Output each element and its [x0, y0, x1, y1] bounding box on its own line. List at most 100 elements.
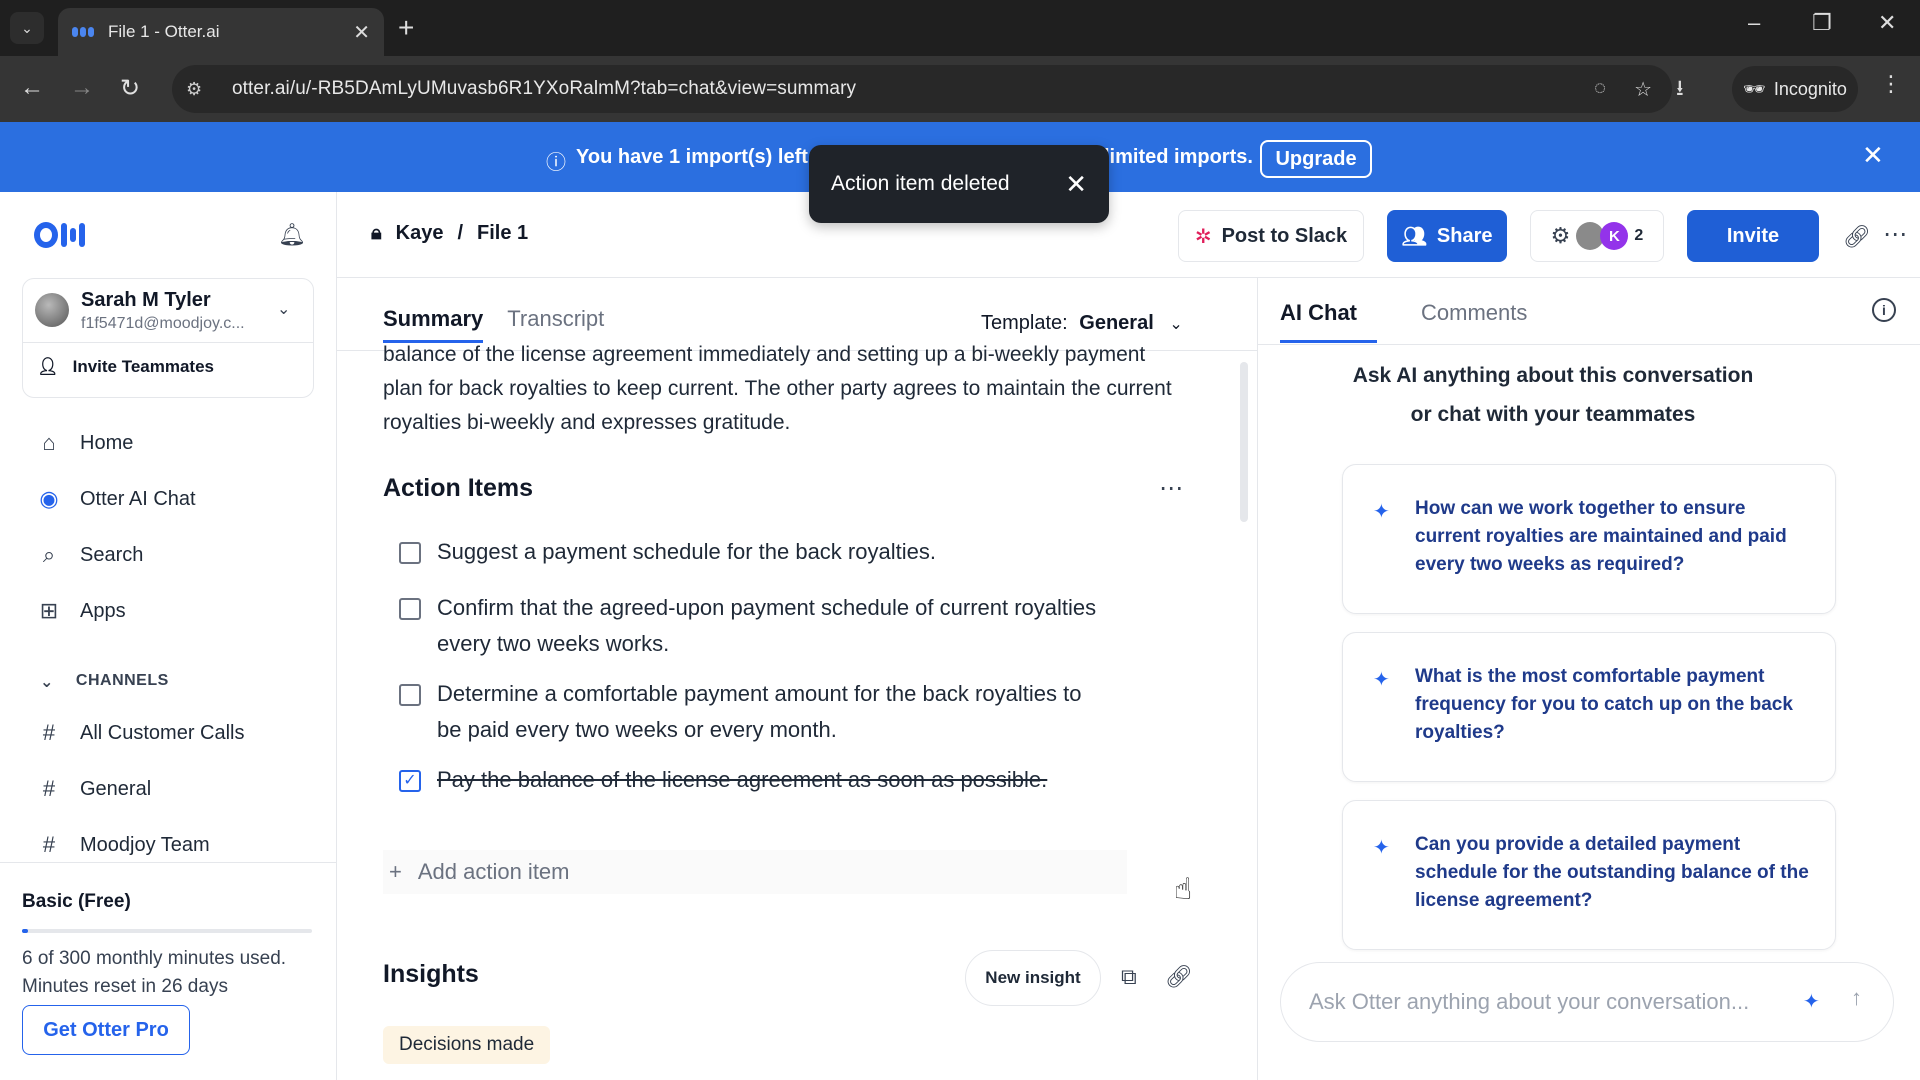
tab-ai-chat[interactable]: AI Chat — [1280, 300, 1377, 343]
new-tab-button[interactable]: + — [398, 12, 414, 44]
get-otter-pro-button[interactable]: Get Otter Pro — [22, 1005, 190, 1055]
action-items-heading: Action Items — [383, 474, 534, 502]
user-email: f1f5471d@moodjoy.c... — [81, 315, 245, 332]
user-card: Sarah M Tyler f1f5471d@moodjoy.c... ⌄ 👤︎… — [22, 278, 314, 398]
incognito-badge[interactable]: 🕶 Incognito — [1732, 66, 1858, 112]
suggested-question[interactable]: ✦ Can you provide a detailed payment sch… — [1342, 800, 1836, 950]
breadcrumb-file[interactable]: File 1 — [477, 222, 528, 245]
forward-icon[interactable]: → — [70, 74, 94, 102]
channel-item-moodjoy-team[interactable]: # Moodjoy Team — [36, 832, 210, 858]
add-action-item-label: Add action item — [417, 859, 570, 884]
breadcrumb-owner[interactable]: Kaye — [396, 222, 444, 245]
suggested-question[interactable]: ✦ How can we work together to ensure cur… — [1342, 464, 1836, 614]
toast-message: Action item deleted — [831, 172, 1010, 195]
info-icon[interactable]: i — [1872, 298, 1896, 322]
action-item-completed[interactable]: ✓ Pay the balance of the license agreeme… — [399, 762, 1099, 798]
invite-button[interactable]: Invite — [1687, 210, 1819, 262]
share-people-icon: 👥︎ — [1401, 225, 1427, 248]
sparkle-icon: ✦ — [1373, 837, 1390, 859]
divider — [1258, 344, 1920, 345]
sidebar-item-label: Apps — [80, 599, 126, 622]
browser-tab[interactable]: File 1 - Otter.ai ✕ — [58, 8, 384, 56]
usage-progress-bar — [22, 929, 312, 933]
otter-logo[interactable] — [34, 222, 85, 248]
scrollbar[interactable] — [1240, 362, 1248, 522]
tab-comments[interactable]: Comments — [1421, 300, 1527, 343]
tracking-protection-icon[interactable]: ◌ — [1594, 77, 1606, 102]
action-item[interactable]: Suggest a payment schedule for the back … — [399, 534, 1099, 570]
template-selector[interactable]: Template: General ⌄ — [981, 312, 1183, 335]
sidebar-item-apps[interactable]: ⊞ Apps — [36, 598, 126, 624]
browser-menu-icon[interactable]: ⋮ — [1880, 71, 1902, 97]
more-options-icon[interactable]: ⋯ — [1883, 220, 1907, 249]
share-button[interactable]: 👥︎ Share — [1387, 210, 1507, 262]
toast-close-icon[interactable]: ✕ — [1065, 169, 1087, 200]
channel-label: Moodjoy Team — [80, 833, 210, 856]
sidebar: 🔔︎ Sarah M Tyler f1f5471d@moodjoy.c... ⌄… — [0, 192, 337, 1080]
action-item[interactable]: Confirm that the agreed-upon payment sch… — [399, 590, 1099, 662]
sidebar-item-search[interactable]: ⌕ Search — [36, 542, 144, 568]
search-icon: ⌕ — [42, 542, 56, 567]
send-arrow-icon[interactable]: ↑ — [1851, 985, 1862, 1011]
site-settings-icon[interactable]: ⚙ — [186, 79, 214, 100]
sidebar-item-label: Otter AI Chat — [80, 487, 196, 510]
back-icon[interactable]: ← — [20, 74, 44, 102]
action-item[interactable]: Determine a comfortable payment amount f… — [399, 676, 1099, 748]
sparkle-icon: ✦ — [1803, 991, 1820, 1013]
share-label: Share — [1436, 224, 1493, 247]
download-icon[interactable]: ⭳ — [1676, 71, 1684, 109]
incognito-icon: 🕶 — [1743, 78, 1766, 99]
sparkle-icon: ✦ — [1373, 669, 1390, 691]
hand-cursor-icon: ☝ — [1174, 873, 1193, 906]
summary-paragraph: balance of the license agreement immedia… — [383, 343, 1172, 434]
channels-toggle[interactable]: ⌄ CHANNELS — [40, 672, 169, 692]
link-icon[interactable]: 🔗︎ — [1165, 964, 1193, 990]
notification-bell-icon[interactable]: 🔔︎ — [278, 222, 306, 248]
hash-icon: # — [42, 832, 56, 857]
channel-label: General — [80, 777, 152, 800]
address-bar[interactable]: ⚙ otter.ai/u/-RB5DAmLyUMuvasb6R1YXoRalmM… — [172, 65, 1672, 113]
channel-item-general[interactable]: # General — [36, 776, 151, 802]
bookmark-star-icon[interactable]: ☆ — [1634, 77, 1652, 102]
add-action-item-button[interactable]: + Add action item — [383, 850, 1127, 894]
tab-close-icon[interactable]: ✕ — [353, 20, 370, 45]
chat-intro: Ask AI anything about this conversation … — [1338, 356, 1768, 434]
minimize-icon[interactable]: – — [1748, 10, 1760, 36]
copy-icon[interactable]: ⧉ — [1121, 964, 1137, 990]
invite-teammates-button[interactable]: 👤︎ Invite Teammates — [37, 357, 214, 377]
otter-favicon-icon — [72, 27, 94, 37]
lock-icon: 🔒︎ — [371, 222, 382, 244]
banner-close-icon[interactable]: ✕ — [1862, 140, 1884, 171]
add-user-icon: 👤︎ — [37, 357, 59, 376]
chat-input[interactable]: Ask Otter anything about your conversati… — [1280, 962, 1894, 1042]
checkbox-checked[interactable]: ✓ — [399, 770, 421, 792]
new-insight-button[interactable]: New insight — [965, 950, 1101, 1006]
tab-list-button[interactable]: ⌄ — [10, 12, 44, 44]
participants-button[interactable]: ⚙ K 2 — [1530, 210, 1664, 262]
suggested-question-text: How can we work together to ensure curre… — [1415, 498, 1787, 575]
copy-link-icon[interactable]: 🔗︎ — [1843, 224, 1871, 250]
sidebar-item-otter-ai-chat[interactable]: ◉ Otter AI Chat — [36, 486, 196, 512]
reload-icon[interactable]: ↻ — [120, 74, 140, 103]
checkbox[interactable] — [399, 598, 421, 620]
suggested-question-text: Can you provide a detailed payment sched… — [1415, 834, 1809, 911]
restore-icon[interactable]: ❐ — [1812, 10, 1832, 36]
suggested-question[interactable]: ✦ What is the most comfortable payment f… — [1342, 632, 1836, 782]
upgrade-button[interactable]: Upgrade — [1260, 140, 1372, 178]
account-switcher[interactable]: Sarah M Tyler f1f5471d@moodjoy.c... ⌄ — [23, 279, 313, 343]
action-item-text: Pay the balance of the license agreement… — [437, 767, 1048, 792]
sidebar-item-home[interactable]: ⌂ Home — [36, 430, 133, 456]
ai-chat-panel: AI Chat Comments i Ask AI anything about… — [1257, 278, 1920, 1080]
hash-icon: # — [42, 720, 56, 745]
decisions-made-tag[interactable]: Decisions made — [383, 1026, 551, 1064]
invite-teammates-label: Invite Teammates — [72, 357, 215, 376]
window-close-icon[interactable]: ✕ — [1878, 10, 1896, 36]
checkbox[interactable] — [399, 684, 421, 706]
sidebar-item-label: Search — [80, 543, 144, 566]
checkbox[interactable] — [399, 542, 421, 564]
action-items-more-icon[interactable]: ⋯ — [1159, 474, 1183, 503]
post-to-slack-button[interactable]: ✲ Post to Slack — [1178, 210, 1364, 262]
channel-item-all-customer-calls[interactable]: # All Customer Calls — [36, 720, 245, 746]
summary-pane: Summary Transcript Template: General ⌄ b… — [337, 278, 1257, 1080]
chat-input-placeholder: Ask Otter anything about your conversati… — [1309, 989, 1750, 1014]
